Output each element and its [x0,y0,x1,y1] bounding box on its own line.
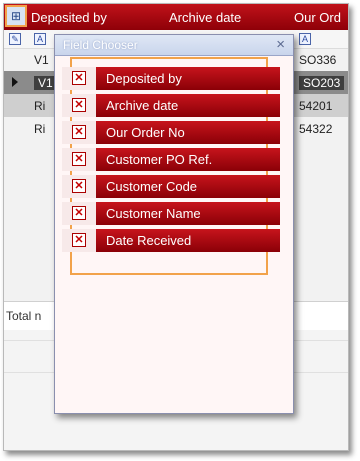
field-item-customer-code[interactable]: ✕ Customer Code [62,175,280,198]
column-header-archive-date[interactable]: Archive date [169,10,241,25]
dialog-title: Field Chooser [63,38,138,52]
row-cell: V1 [34,53,49,67]
field-label: Our Order No [106,125,185,140]
filter-icon[interactable]: A [34,33,46,45]
checkbox-checked-icon[interactable]: ✕ [72,152,86,166]
total-label: Total n [6,309,42,323]
field-list: ✕ Deposited by ✕ Archive date ✕ Our Orde… [62,67,280,256]
grid-header: ⊞ Deposited by Archive date Our Ord [4,4,348,30]
row-cell: Ri [34,122,46,136]
field-label: Archive date [106,98,179,113]
field-item-date-received[interactable]: ✕ Date Received [62,229,280,252]
checkbox-checked-icon[interactable]: ✕ [72,125,86,139]
row-cell: Ri [34,99,46,113]
row-pointer-icon [12,77,18,87]
field-label: Customer PO Ref. [106,152,213,167]
field-chooser-button[interactable]: ⊞ [5,5,27,27]
row-cell: 54322 [299,122,333,136]
field-item-our-order-no[interactable]: ✕ Our Order No [62,121,280,144]
checkbox-checked-icon[interactable]: ✕ [72,179,86,193]
field-label: Deposited by [106,71,182,86]
field-item-customer-po-ref[interactable]: ✕ Customer PO Ref. [62,148,280,171]
close-icon[interactable]: × [276,36,285,53]
field-label: Date Received [106,233,192,248]
row-cell: SO203 [299,76,345,90]
field-chooser-icon: ⊞ [10,9,22,23]
field-label: Customer Code [106,179,198,194]
row-cell: 54201 [299,99,333,113]
filter-clear-icon[interactable]: ✎ [9,33,21,45]
checkbox-checked-icon[interactable]: ✕ [72,206,86,220]
row-cell: SO336 [299,53,337,67]
column-header-our-order[interactable]: Our Ord [294,10,341,25]
field-item-archive-date[interactable]: ✕ Archive date [62,94,280,117]
dialog-title-bar[interactable]: Field Chooser × [55,35,293,56]
field-item-customer-name[interactable]: ✕ Customer Name [62,202,280,225]
checkbox-checked-icon[interactable]: ✕ [72,98,86,112]
filter-icon[interactable]: A [299,33,311,45]
field-label: Customer Name [106,206,201,221]
field-chooser-dialog: Field Chooser × ✕ Deposited by ✕ Archive… [54,34,294,414]
checkbox-checked-icon[interactable]: ✕ [72,233,86,247]
field-item-deposited-by[interactable]: ✕ Deposited by [62,67,280,90]
checkbox-checked-icon[interactable]: ✕ [72,71,86,85]
column-header-deposited-by[interactable]: Deposited by [31,10,107,25]
